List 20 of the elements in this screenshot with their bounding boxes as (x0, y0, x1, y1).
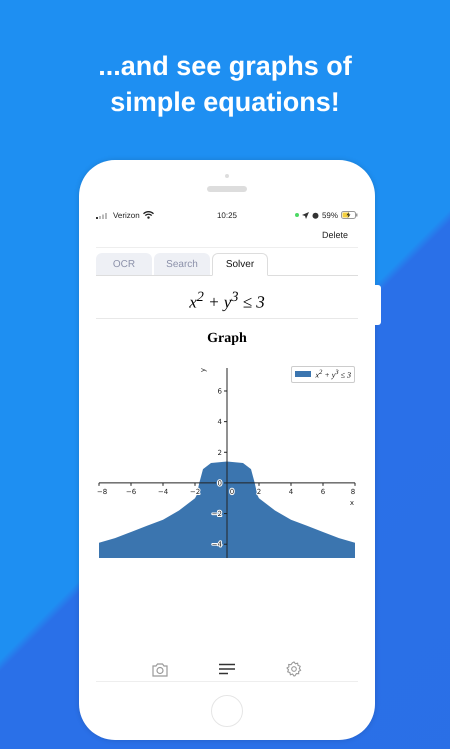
tab[interactable]: Solver (212, 253, 268, 276)
speaker-grille (207, 186, 247, 192)
legend-swatch (295, 371, 312, 378)
headline: ...and see graphs of simple equations! (97, 50, 353, 119)
graph-title: Graph (206, 331, 248, 348)
camera-icon[interactable] (152, 662, 168, 676)
clock-time: 10:25 (216, 210, 238, 220)
wifi-icon (142, 211, 154, 219)
equation-text: x$^{2}$ + y$^{3}$ ≤ 3 (96, 276, 358, 319)
status-dot-icon (294, 213, 299, 217)
battery-charging-icon (341, 211, 358, 219)
camera-dot (225, 174, 229, 178)
delete-button[interactable]: Delete (312, 228, 358, 242)
carrier-name: Verizon (113, 210, 140, 220)
battery-percent: 59% (322, 210, 338, 220)
list-icon[interactable] (218, 663, 235, 675)
location-arrow-icon (302, 212, 309, 218)
legend-label: x$^{2}$ + y$^{3}$ ≤ 3 (315, 369, 351, 380)
settings-icon[interactable] (286, 661, 302, 677)
signal-icon (96, 212, 110, 218)
